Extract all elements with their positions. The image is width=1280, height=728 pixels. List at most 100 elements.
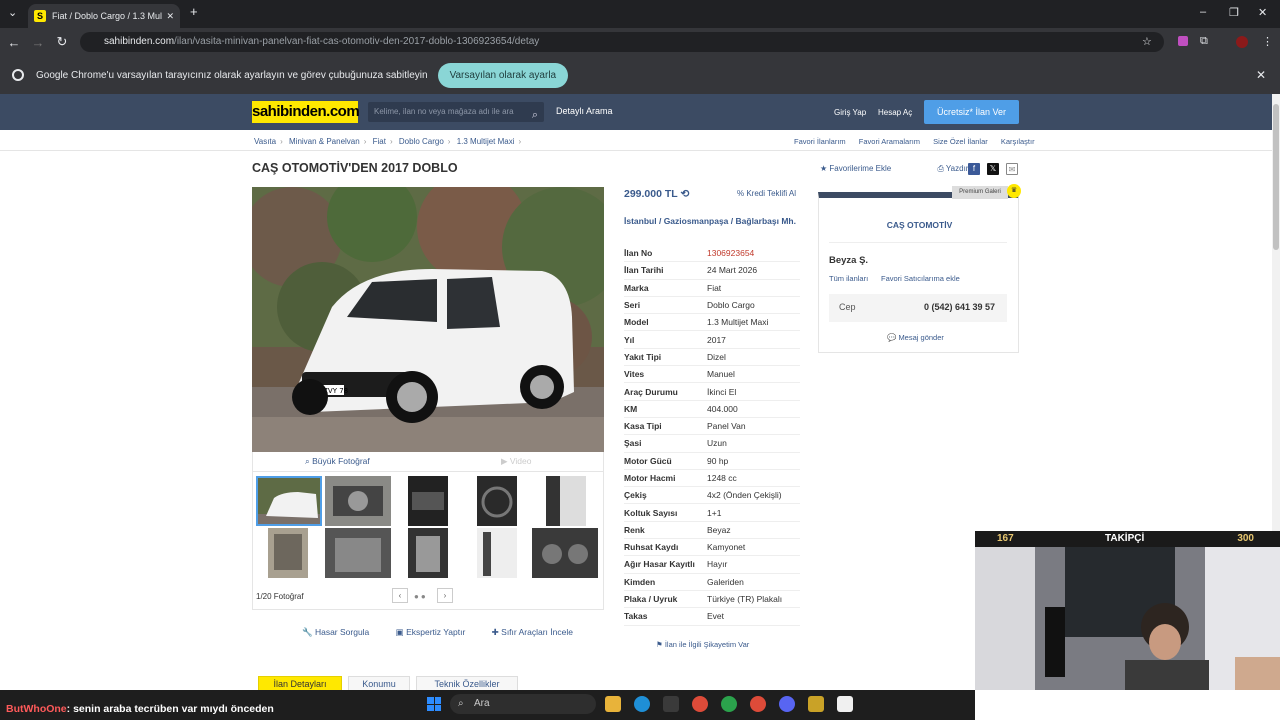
register-link[interactable]: Hesap Aç: [878, 108, 912, 117]
all-listings-link[interactable]: Tüm ilanları: [829, 274, 868, 283]
store-name[interactable]: CAŞ OTOMOTİV: [819, 220, 1020, 230]
fav-listings-link[interactable]: Favori İlanlarım: [794, 137, 846, 146]
thumbnail[interactable]: [256, 476, 322, 526]
taskbar-search[interactable]: ⌕ Ara: [450, 694, 596, 714]
print-link[interactable]: ⎙ Yazdır: [937, 164, 990, 173]
post-ad-button[interactable]: Ücretsiz* İlan Ver: [924, 100, 1019, 124]
detail-key: Çekiş: [624, 490, 647, 501]
tab-active[interactable]: S Fiat / Doblo Cargo / 1.3 Multijet ✕: [28, 4, 180, 28]
detail-key: Şasi: [624, 438, 642, 449]
breadcrumb-item[interactable]: Doblo Cargo: [399, 137, 444, 146]
thumbnail[interactable]: [546, 476, 586, 526]
tab-location[interactable]: Konumu: [348, 676, 410, 690]
thumbs-prev-button[interactable]: ‹: [392, 588, 408, 603]
new-cars-link[interactable]: ✚ Sıfır Araçları İncele: [492, 627, 585, 637]
chrome-icon-2[interactable]: [721, 696, 737, 712]
infobar-close-icon[interactable]: ✕: [1256, 68, 1266, 82]
detail-row: Ruhsat Kaydı Kamyonet: [624, 539, 800, 557]
close-window-icon[interactable]: ✕: [1258, 6, 1267, 19]
detail-row: Takas Evet: [624, 608, 800, 626]
special-listings-link[interactable]: Size Özel İlanlar: [933, 137, 988, 146]
credit-offer-link[interactable]: % Kredi Teklifi Al: [737, 189, 796, 198]
edge-icon[interactable]: [634, 696, 650, 712]
tab-technical[interactable]: Teknik Özellikler: [416, 676, 518, 690]
x-twitter-icon[interactable]: 𝕏: [987, 163, 999, 175]
breadcrumb-item[interactable]: Vasıta: [254, 137, 276, 146]
forward-icon[interactable]: →: [26, 35, 50, 50]
send-message-label: Mesaj gönder: [898, 333, 944, 342]
location-city[interactable]: İstanbul: [624, 216, 657, 226]
chrome-icon-3[interactable]: [750, 696, 766, 712]
breadcrumb-item[interactable]: Minivan & Panelvan: [289, 137, 360, 146]
site-logo[interactable]: sahibinden.com: [252, 101, 360, 123]
chrome-menu-icon[interactable]: ⋮: [1262, 35, 1273, 48]
profile-avatar[interactable]: [1236, 36, 1248, 48]
detail-value: 90 hp: [707, 455, 729, 466]
notepad-icon[interactable]: [837, 696, 853, 712]
location-neighborhood[interactable]: Bağlarbaşı Mh.: [736, 216, 796, 226]
complaint-link[interactable]: ⚑ İlan ile İlgili Şikayetim Var: [656, 640, 749, 649]
thumbnail[interactable]: [325, 528, 391, 578]
add-favorites-link[interactable]: ★ Favorilerime Ekle: [820, 164, 913, 173]
expertise-link[interactable]: ▣ Ekspertiz Yaptır: [396, 627, 478, 637]
discord-icon[interactable]: [779, 696, 795, 712]
followers-label: TAKİPÇİ: [1105, 533, 1145, 544]
new-tab-icon[interactable]: +: [190, 4, 198, 19]
damage-query-link[interactable]: 🔧 Hasar Sorgula: [302, 627, 381, 637]
thumbnail[interactable]: [268, 528, 308, 578]
windows-start-icon[interactable]: [427, 697, 441, 711]
price-history-icon[interactable]: ⟲: [680, 188, 689, 200]
detailed-search-link[interactable]: Detaylı Arama: [556, 106, 613, 116]
login-link[interactable]: Giriş Yap: [834, 108, 866, 117]
main-photo[interactable]: 34 ZVY 78: [252, 187, 604, 452]
fav-seller-link[interactable]: Favori Satıcılarıma ekle: [881, 274, 960, 283]
detail-row: Vites Manuel: [624, 366, 800, 384]
webcam-overlay: [975, 547, 1280, 690]
chrome-icon[interactable]: [692, 696, 708, 712]
maximize-icon[interactable]: ❐: [1229, 6, 1239, 19]
extension-icon[interactable]: [1178, 36, 1188, 46]
thumbnail[interactable]: [477, 528, 517, 578]
thumbnail-grid: [252, 472, 604, 610]
tab-list-icon[interactable]: ⌄: [8, 6, 17, 19]
thumbnail[interactable]: [532, 528, 598, 578]
store-icon[interactable]: [663, 696, 679, 712]
thumbnail[interactable]: [408, 528, 448, 578]
send-message-link[interactable]: 💬 Mesaj gönder: [887, 333, 944, 342]
file-explorer-icon[interactable]: [605, 696, 621, 712]
detail-value: 24 Mart 2026: [707, 265, 758, 276]
app-icon[interactable]: [808, 696, 824, 712]
facebook-icon[interactable]: f: [968, 163, 980, 175]
close-tab-icon[interactable]: ✕: [166, 11, 174, 22]
detail-row: Araç Durumu İkinci El: [624, 383, 800, 401]
bookmark-star-icon[interactable]: ☆: [1142, 35, 1152, 48]
detail-key: Yakıt Tipi: [624, 351, 662, 362]
breadcrumb-item[interactable]: Fiat: [373, 137, 386, 146]
thumbnail[interactable]: [477, 476, 517, 526]
location-district[interactable]: Gaziosmanpaşa: [664, 216, 729, 226]
detail-value: Manuel: [707, 369, 735, 380]
set-default-button[interactable]: Varsayılan olarak ayarla: [437, 62, 569, 88]
tab-listing-details[interactable]: İlan Detayları: [258, 676, 342, 690]
thumbnail[interactable]: [325, 476, 391, 526]
thumbs-next-button[interactable]: ›: [437, 588, 453, 603]
fav-searches-link[interactable]: Favori Aramalarım: [859, 137, 920, 146]
seller-person: Beyza Ş.: [829, 255, 869, 266]
minimize-icon[interactable]: –: [1200, 6, 1206, 18]
breadcrumb-item[interactable]: 1.3 Multijet Maxi: [457, 137, 515, 146]
thumbnail[interactable]: [408, 476, 448, 526]
detail-row: Seri Doblo Cargo: [624, 297, 800, 315]
url-field[interactable]: sahibinden.com/ilan/vasita-minivan-panel…: [80, 32, 1164, 52]
search-input[interactable]: Kelime, ilan no veya mağaza adı ile ara …: [368, 102, 544, 122]
back-icon[interactable]: ←: [2, 35, 26, 50]
search-icon[interactable]: ⌕: [532, 105, 538, 125]
email-share-icon[interactable]: ✉: [1006, 163, 1018, 175]
reload-icon[interactable]: ↻: [50, 34, 74, 50]
detail-value: Dizel: [707, 351, 726, 362]
scrollbar-thumb[interactable]: [1273, 104, 1279, 250]
chrome-logo-icon: [12, 69, 24, 81]
compare-link[interactable]: Karşılaştır: [1001, 137, 1035, 146]
phone-number[interactable]: 0 (542) 641 39 57: [924, 302, 995, 312]
extensions-puzzle-icon[interactable]: ⧉: [1200, 35, 1208, 48]
big-photo-link[interactable]: ⌕ Büyük Fotoğraf: [305, 456, 370, 467]
